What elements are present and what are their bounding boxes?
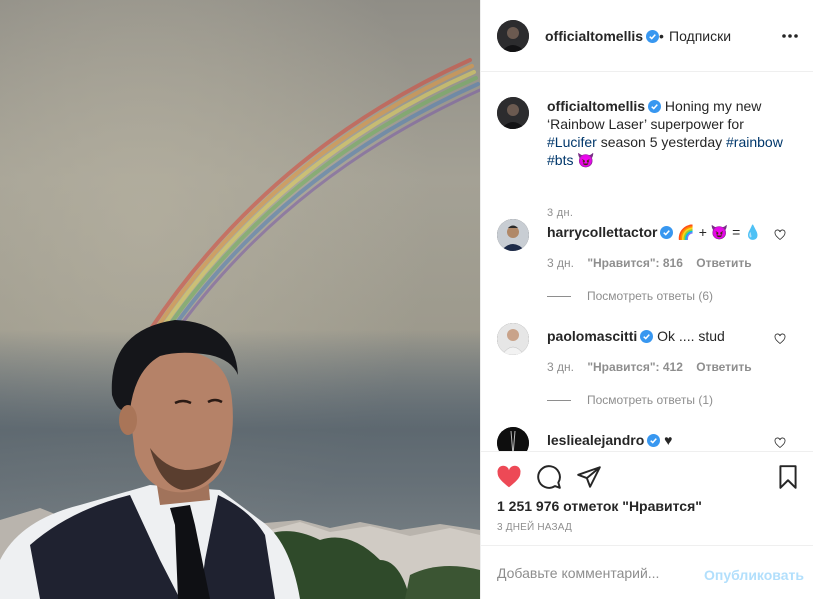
comment-username[interactable]: harrycollettactor xyxy=(547,224,657,240)
author-avatar[interactable] xyxy=(497,20,529,52)
comment-meta: 3 дн. "Нравится": 816 Ответить xyxy=(547,256,762,270)
caption-avatar[interactable] xyxy=(497,97,529,129)
verified-badge-icon xyxy=(647,434,661,447)
view-replies-label: Посмотреть ответы (1) xyxy=(587,393,714,407)
post-header: officialtomellis • Подписки xyxy=(481,0,813,72)
heart-outline-icon[interactable] xyxy=(774,229,786,241)
heart-filled-icon[interactable] xyxy=(496,464,522,490)
view-replies-label: Посмотреть ответы (6) xyxy=(587,289,714,303)
comment-avatar[interactable] xyxy=(497,427,529,451)
comment-text: harrycollettactor 🌈 + 😈 = 💧 xyxy=(547,223,762,241)
comment-bubble-icon[interactable] xyxy=(536,464,562,490)
hashtag-rainbow[interactable]: #rainbow xyxy=(726,134,783,150)
reply-button[interactable]: Ответить xyxy=(696,360,751,374)
comment-body: 🌈 + 😈 = 💧 xyxy=(677,224,762,240)
comment-time[interactable]: 3 дн. xyxy=(547,360,574,374)
following-button[interactable]: Подписки xyxy=(669,28,731,44)
comment-time[interactable]: 3 дн. xyxy=(547,256,574,270)
post-side-panel: officialtomellis • Подписки officialtome… xyxy=(480,0,813,599)
verified-badge-icon xyxy=(660,226,674,239)
comment-username[interactable]: lesliealejandro xyxy=(547,432,644,448)
post-actions-bar xyxy=(481,451,813,499)
verified-badge-icon xyxy=(648,100,662,113)
reply-button[interactable]: Ответить xyxy=(696,256,751,270)
caption-username[interactable]: officialtomellis xyxy=(547,98,645,114)
comment-avatar[interactable] xyxy=(497,219,529,251)
comment-likes[interactable]: "Нравится": 412 xyxy=(587,360,683,374)
verified-badge-icon xyxy=(646,30,660,43)
comment-input[interactable] xyxy=(497,562,697,584)
comment-avatar[interactable] xyxy=(497,323,529,355)
post-photo[interactable] xyxy=(0,0,480,599)
likes-count[interactable]: 1 251 976 отметок "Нравится" xyxy=(497,498,702,514)
replies-divider xyxy=(547,296,571,298)
heart-outline-icon[interactable] xyxy=(774,437,786,449)
comment-likes[interactable]: "Нравится": 816 xyxy=(587,256,683,270)
hashtag-bts[interactable]: #bts xyxy=(547,152,573,168)
comment-body: ♥ xyxy=(664,432,673,448)
caption-time[interactable]: 3 дн. xyxy=(547,207,573,219)
comment-meta: 3 дн. "Нравится": 412 Ответить xyxy=(547,360,762,374)
add-comment-bar: Опубликовать xyxy=(481,545,813,599)
hashtag-lucifer[interactable]: #Lucifer xyxy=(547,134,597,150)
replies-divider xyxy=(547,400,571,402)
view-replies-button[interactable]: Посмотреть ответы (1) xyxy=(547,393,713,407)
comment-text: paolomascitti Ok .... stud xyxy=(547,327,725,345)
more-options-icon[interactable] xyxy=(779,26,801,46)
view-replies-button[interactable]: Посмотреть ответы (6) xyxy=(547,289,713,303)
header-separator: • xyxy=(659,28,664,44)
caption-body-2: season 5 yesterday xyxy=(600,134,723,150)
publish-button[interactable]: Опубликовать xyxy=(704,567,804,583)
post-timestamp[interactable]: 3 ДНЕЙ НАЗАД xyxy=(497,522,572,533)
author-username[interactable]: officialtomellis xyxy=(545,28,660,44)
caption-text: officialtomellis Honing my new ‘Rainbow … xyxy=(547,97,792,169)
comment-body: Ok .... stud xyxy=(657,328,725,344)
comment-username[interactable]: paolomascitti xyxy=(547,328,637,344)
bookmark-icon[interactable] xyxy=(775,464,801,490)
comment-text: lesliealejandro ♥ xyxy=(547,431,672,449)
verified-badge-icon xyxy=(640,330,654,343)
photo-illustration xyxy=(0,0,480,599)
caption-emoji: 😈 xyxy=(577,152,595,168)
paper-plane-icon[interactable] xyxy=(576,464,602,490)
heart-outline-icon[interactable] xyxy=(774,333,786,345)
comments-list[interactable]: officialtomellis Honing my new ‘Rainbow … xyxy=(481,73,813,451)
